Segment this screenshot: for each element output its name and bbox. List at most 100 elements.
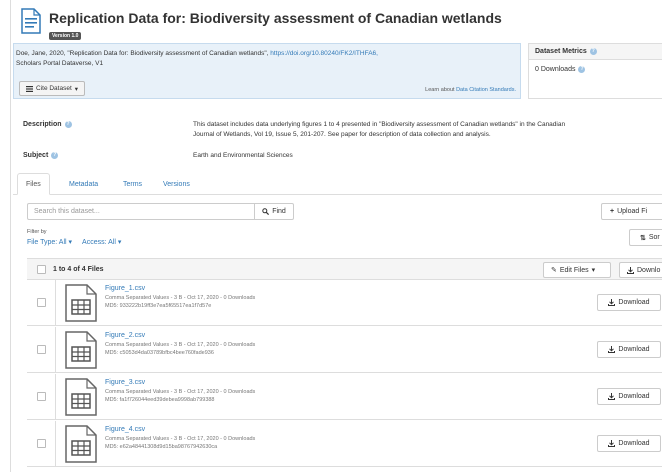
download-icon: [608, 393, 616, 400]
tab-metadata[interactable]: Metadata: [61, 173, 106, 195]
file-type-filter[interactable]: File Type: All ▾: [27, 238, 72, 246]
file-details: Comma Separated Values - 3 B - Oct 17, 2…: [105, 436, 256, 442]
file-md5: MD5: c5053d4da03789bfbc4bee760fade936: [105, 350, 214, 356]
download-count: 0 Downloads: [535, 66, 576, 73]
tab-versions[interactable]: Versions: [155, 173, 198, 195]
access-filter[interactable]: Access: All ▾: [82, 238, 121, 246]
filter-bar: File Type: All ▾ Access: All ▾: [27, 238, 121, 246]
learn-citation: Learn about Data Citation Standards.: [425, 87, 516, 93]
file-details: Comma Separated Values - 3 B - Oct 17, 2…: [105, 342, 256, 348]
tab-files[interactable]: Files: [17, 173, 50, 195]
learn-prefix: Learn about: [425, 87, 455, 93]
subject-value: Earth and Environmental Sciences: [193, 152, 293, 159]
file-row: Figure_4.csv Comma Separated Values - 3 …: [27, 421, 662, 467]
citation-main: Doe, Jane, 2020, "Replication Data for: …: [16, 50, 269, 57]
download-button[interactable]: Download: [597, 435, 661, 452]
download-button[interactable]: Download: [597, 341, 661, 358]
caret-down-icon: ▾: [74, 85, 79, 93]
cite-dataset-label: Cite Dataset: [36, 85, 72, 92]
download-label: Download: [618, 393, 650, 400]
spreadsheet-icon: [65, 425, 97, 463]
files-table-header: 1 to 4 of 4 Files ✎ Edit Files ▾ Downlo: [27, 258, 662, 280]
select-all-checkbox[interactable]: [37, 265, 46, 274]
file-details: Comma Separated Values - 3 B - Oct 17, 2…: [105, 389, 256, 395]
caret-down-icon: ▾: [591, 267, 596, 274]
spreadsheet-icon: [65, 331, 97, 369]
dataset-tabs: Files Metadata Terms Versions: [13, 173, 662, 195]
file-name-link[interactable]: Figure_4.csv: [105, 426, 145, 433]
upload-label: Upload Fi: [617, 208, 648, 215]
question-circle-icon[interactable]: ?: [51, 152, 59, 159]
search-icon: [262, 208, 270, 215]
caret-down-icon: ▾: [117, 239, 122, 246]
file-name-link[interactable]: Figure_2.csv: [105, 332, 145, 339]
file-type-filter-label: File Type: All: [27, 239, 67, 246]
list-icon: [26, 85, 33, 92]
question-circle-icon[interactable]: ?: [64, 121, 72, 128]
download-all-button[interactable]: Downlo: [619, 262, 662, 278]
question-circle-icon[interactable]: ?: [578, 66, 586, 73]
file-checkbox[interactable]: [37, 439, 46, 448]
sort-button[interactable]: ⇅ Sor: [629, 229, 662, 246]
row-divider: [55, 280, 56, 326]
description-line-1: This dataset includes data underlying fi…: [193, 121, 566, 128]
access-filter-label: Access: All: [82, 239, 116, 246]
dataset-metrics-panel: Dataset Metrics ? 0 Downloads ?: [528, 43, 662, 99]
file-checkbox[interactable]: [37, 345, 46, 354]
tab-terms[interactable]: Terms: [115, 173, 150, 195]
file-md5: MD5: 933222b19ff3e7ea5f65517ea1f7d57e: [105, 303, 212, 309]
file-details: Comma Separated Values - 3 B - Oct 17, 2…: [105, 295, 256, 301]
spreadsheet-icon: [65, 284, 97, 322]
file-row: Figure_3.csv Comma Separated Values - 3 …: [27, 374, 662, 420]
description-label-text: Description: [23, 121, 62, 128]
edit-files-label: Edit Files: [559, 266, 589, 274]
file-name-link[interactable]: Figure_1.csv: [105, 285, 145, 292]
sort-icon: ⇅: [640, 234, 646, 242]
download-icon: [627, 266, 634, 274]
download-label: Download: [618, 299, 650, 306]
description-line-2: Journal of Wetlands, Vol 19, Issue 5, 20…: [193, 131, 491, 138]
download-label: Download: [618, 440, 650, 447]
subject-label-text: Subject: [23, 152, 49, 159]
download-icon: [608, 346, 616, 353]
file-row: Figure_2.csv Comma Separated Values - 3 …: [27, 327, 662, 373]
subject-label: Subject ?: [23, 152, 59, 159]
document-icon: [21, 8, 41, 34]
file-md5: MD5: fa1f726044eed39debea9998ab799388: [105, 397, 215, 403]
search-input[interactable]: Search this dataset...: [27, 203, 255, 220]
cite-dataset-button[interactable]: Cite Dataset ▾: [19, 81, 86, 96]
upload-files-button[interactable]: + Upload Fi: [601, 203, 662, 220]
version-badge: Version 1.0: [49, 32, 82, 40]
row-divider: [55, 327, 56, 373]
download-button[interactable]: Download: [597, 294, 661, 311]
pencil-icon: ✎: [551, 267, 557, 274]
files-count: 1 to 4 of 4 Files: [53, 266, 104, 273]
download-icon: [608, 299, 616, 306]
citation-box: Doe, Jane, 2020, "Replication Data for: …: [13, 43, 521, 99]
file-checkbox[interactable]: [37, 298, 46, 307]
plus-icon: +: [610, 208, 615, 215]
file-name-link[interactable]: Figure_3.csv: [105, 379, 145, 386]
download-label: Download: [618, 346, 650, 353]
citation-text: Doe, Jane, 2020, "Replication Data for: …: [16, 49, 516, 69]
file-checkbox[interactable]: [37, 392, 46, 401]
dataset-title: Replication Data for: Biodiversity asses…: [49, 10, 502, 26]
download-all-label: Downlo: [637, 266, 661, 274]
dataset-page: Replication Data for: Biodiversity asses…: [10, 0, 662, 472]
find-button[interactable]: Find: [254, 203, 294, 220]
file-md5: MD5: e62a48441308d9d15ba98767942630ca: [105, 444, 218, 450]
dataset-header: Replication Data for: Biodiversity asses…: [19, 8, 659, 42]
doi-link[interactable]: https://doi.org/10.80240/FK2/ITHFA6,: [270, 50, 378, 57]
edit-files-button[interactable]: ✎ Edit Files ▾: [543, 262, 611, 278]
row-divider: [55, 374, 56, 420]
sort-label: Sor: [648, 234, 660, 241]
find-label: Find: [272, 208, 286, 215]
question-circle-icon[interactable]: ?: [589, 48, 597, 55]
download-icon: [608, 440, 616, 447]
description-value: This dataset includes data underlying fi…: [193, 120, 565, 140]
row-divider: [55, 421, 56, 467]
citation-standards-link[interactable]: Data Citation Standards.: [456, 87, 516, 93]
download-button[interactable]: Download: [597, 388, 661, 405]
caret-down-icon: ▾: [68, 239, 73, 246]
filter-by-label: Filter by: [27, 229, 47, 235]
